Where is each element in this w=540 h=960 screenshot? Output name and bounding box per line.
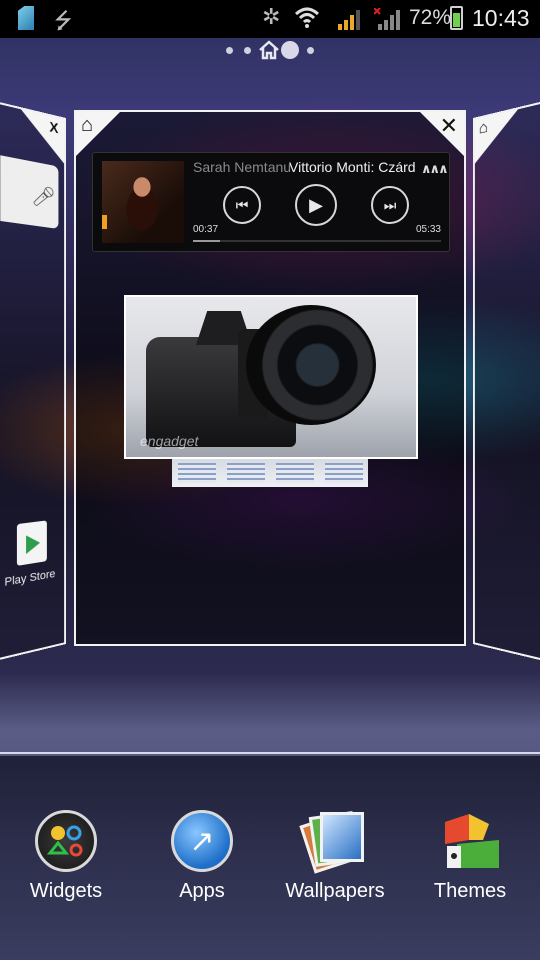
- battery-percent: 72%: [409, 6, 452, 29]
- thumbnail[interactable]: [324, 463, 363, 483]
- photo-thumbnail-strip[interactable]: [172, 459, 368, 487]
- search-widget[interactable]: 🎤︎: [0, 155, 59, 229]
- apps-button[interactable]: ↗ Apps: [142, 810, 262, 903]
- playback-progress[interactable]: [193, 240, 441, 242]
- thumbnail[interactable]: [177, 463, 216, 483]
- home-page-icon[interactable]: [258, 40, 280, 60]
- dock-divider: [0, 752, 540, 754]
- play-icon: ▶: [309, 194, 323, 215]
- walkman-icon: ∧∧∧: [421, 161, 449, 176]
- usb-icon: ⭍: [54, 8, 73, 33]
- home-icon[interactable]: ⌂: [81, 114, 93, 137]
- sim-icon: [18, 6, 34, 30]
- battery-charging-icon: [450, 6, 463, 30]
- play-store-icon[interactable]: [16, 520, 47, 566]
- themes-button[interactable]: Themes: [410, 810, 530, 903]
- apps-arrow-icon: ↗: [171, 810, 233, 872]
- photo-watermark: engadget: [140, 433, 199, 449]
- remove-screen-button[interactable]: [21, 109, 65, 164]
- microphone-icon[interactable]: 🎤︎: [31, 182, 56, 212]
- track-duration: 05:33: [415, 224, 441, 235]
- close-icon[interactable]: ✕: [440, 113, 458, 139]
- thumbnail[interactable]: [275, 463, 314, 483]
- artist-name: Sarah Nemtanu: [193, 159, 292, 175]
- apps-label: Apps: [179, 880, 225, 902]
- camera-photo: engadget: [126, 297, 416, 457]
- wallpapers-icon: [299, 810, 366, 874]
- bluetooth-icon: ✲: [262, 4, 281, 29]
- page-indicator[interactable]: [0, 40, 540, 60]
- widgets-button[interactable]: Widgets: [6, 810, 126, 903]
- track-title: Vittorio Monti: Czárdá: [289, 159, 415, 175]
- thumbnail[interactable]: [226, 463, 265, 483]
- widgets-label: Widgets: [29, 880, 103, 902]
- play-button[interactable]: ▶: [295, 184, 337, 226]
- home-icon[interactable]: ⌂: [479, 118, 488, 138]
- wifi-icon: [294, 7, 320, 28]
- next-track-button[interactable]: ⏭: [371, 186, 409, 224]
- wallpapers-button[interactable]: Wallpapers: [275, 810, 395, 903]
- page-dot[interactable]: [307, 47, 314, 54]
- status-bar: ⭍ ✲ 72% 10:43: [0, 0, 540, 38]
- widgets-icon: [35, 810, 97, 872]
- close-icon[interactable]: X: [49, 118, 58, 136]
- music-player-widget[interactable]: Sarah Nemtanu Vittorio Monti: Czárdá ∧∧∧…: [92, 152, 450, 252]
- home-screen-current[interactable]: ⌂ ✕ Sarah Nemtanu Vittorio Monti: Czárdá…: [74, 110, 466, 646]
- previous-track-button[interactable]: ⏮: [223, 186, 261, 224]
- home-screen-left[interactable]: X 🎤︎ Play Store: [0, 99, 67, 663]
- current-page-dot: [281, 41, 299, 59]
- home-screen-right[interactable]: ⌂: [473, 98, 540, 664]
- customize-dock: Widgets ↗ Apps Wallpapers Themes: [0, 756, 540, 960]
- photo-widget[interactable]: engadget: [124, 295, 418, 459]
- signal-icon: [338, 10, 360, 30]
- album-art[interactable]: [102, 161, 184, 243]
- signal-no-data-icon: [374, 8, 400, 30]
- themes-icon: [439, 810, 501, 872]
- wallpapers-label: Wallpapers: [285, 880, 385, 902]
- clock: 10:43: [472, 5, 530, 31]
- elapsed-time: 00:37: [193, 224, 219, 235]
- themes-label: Themes: [433, 880, 507, 902]
- next-icon: ⏭: [383, 196, 397, 213]
- page-dot[interactable]: [226, 47, 233, 54]
- previous-icon: ⏮: [235, 196, 249, 213]
- play-store-label: Play Store: [4, 567, 56, 590]
- page-dot[interactable]: [244, 47, 251, 54]
